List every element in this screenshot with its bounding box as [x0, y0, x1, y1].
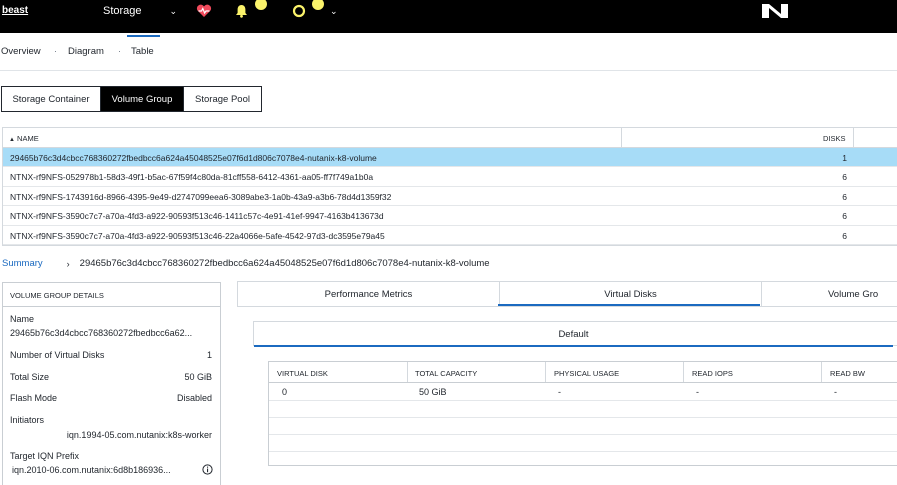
detail-label-flash-mode: Flash Mode: [10, 393, 58, 403]
tab-default[interactable]: Default: [254, 329, 893, 340]
chevron-down-icon: ⌄: [169, 5, 178, 16]
row-disks: 6: [842, 172, 847, 183]
app-logo[interactable]: beast: [2, 5, 28, 16]
table-row[interactable]: NTNX-rf9NFS-1743916d-8966-4395-9e49-d274…: [3, 187, 897, 207]
row-divider: [269, 434, 897, 435]
active-tab-indicator: [127, 35, 160, 37]
segment-volume-group[interactable]: Volume Group: [100, 86, 184, 112]
detail-label-virtual-disks: Number of Virtual Disks: [10, 350, 105, 360]
panel-header: VOLUME GROUP DETAILS: [3, 283, 220, 307]
column-header-name[interactable]: ▲ NAME: [9, 134, 39, 143]
tab-separator: ·: [54, 46, 57, 56]
detail-value-total-size: 50 GiB: [184, 372, 212, 382]
column-header-read-bw[interactable]: READ BW: [830, 369, 865, 378]
row-disks: 6: [842, 191, 847, 202]
sort-ascending-icon: ▲: [9, 137, 15, 143]
entity-menu-label: Storage: [103, 5, 142, 17]
volume-group-details-panel: VOLUME GROUP DETAILS Name 29465b76c3d4cb…: [2, 282, 221, 485]
segment-storage-container[interactable]: Storage Container: [1, 86, 101, 112]
top-bar: beast Storage ⌄ ⌄: [0, 0, 897, 33]
detail-label-total-size: Total Size: [10, 372, 50, 382]
active-tab-indicator: [254, 345, 893, 347]
tab-diagram[interactable]: Diagram: [68, 46, 104, 57]
tab-table[interactable]: Table: [131, 46, 154, 57]
info-icon[interactable]: [202, 464, 213, 477]
tab-overview[interactable]: Overview: [1, 46, 41, 57]
row-name: NTNX-rf9NFS-3590c7c7-a70a-4fd3-a922-9059…: [10, 230, 385, 241]
tab-separator: ·: [118, 46, 121, 56]
cell-read-iops: -: [696, 387, 699, 397]
column-header-read-iops[interactable]: READ IOPS: [692, 369, 733, 378]
row-divider: [269, 451, 897, 452]
column-divider: [545, 362, 546, 382]
cell-total-capacity: 50 GiB: [419, 387, 447, 397]
column-divider: [407, 362, 408, 382]
segment-storage-pool[interactable]: Storage Pool: [183, 86, 262, 112]
cell-physical-usage: -: [558, 387, 561, 397]
row-disks: 6: [842, 230, 847, 241]
view-tabs: Overview · Diagram · Table: [0, 33, 897, 71]
detail-value-initiators: iqn.1994-05.com.nutanix:k8s-worker: [66, 430, 212, 440]
bell-icon[interactable]: [235, 3, 248, 19]
heart-pulse-icon[interactable]: [196, 3, 212, 19]
entity-menu[interactable]: Storage ⌄: [103, 3, 177, 19]
tab-divider: [761, 282, 762, 307]
breadcrumb-arrow-icon: ›: [66, 258, 70, 269]
detail-value-virtual-disks: 1: [206, 350, 212, 360]
detail-label-initiators: Initiators: [10, 415, 45, 425]
column-divider: [821, 362, 822, 382]
breadcrumb: Summary › 29465b76c3d4cbcc768360272fbedb…: [2, 258, 490, 269]
detail-value-target-iqn: iqn.2010-06.com.nutanix:6d8b186936...: [12, 465, 171, 475]
row-name: 29465b76c3d4cbcc768360272fbedbcc6a624a45…: [10, 153, 377, 163]
detail-label-name: Name: [10, 314, 35, 324]
detail-value-name: 29465b76c3d4cbcc768360272fbedbcc6a62...: [10, 328, 193, 338]
column-divider: [683, 362, 684, 382]
row-name: NTNX-rf9NFS-3590c7c7-a70a-4fd3-a922-9059…: [10, 211, 384, 222]
breadcrumb-current: 29465b76c3d4cbcc768360272fbedbcc6a624a45…: [79, 258, 490, 269]
volume-group-table: ▲ NAME DISKS 29465b76c3d4cbcc768360272fb…: [2, 127, 897, 246]
row-name: NTNX-rf9NFS-1743916d-8966-4395-9e49-d274…: [10, 191, 392, 202]
table-row[interactable]: NTNX-rf9NFS-3590c7c7-a70a-4fd3-a922-9059…: [3, 206, 897, 226]
column-header-disks[interactable]: DISKS: [823, 134, 846, 143]
subtab-bar: Default: [253, 321, 897, 347]
breadcrumb-summary-link[interactable]: Summary: [2, 258, 43, 269]
column-header-total-capacity[interactable]: TOTAL CAPACITY: [415, 369, 477, 378]
table-row[interactable]: NTNX-rf9NFS-3590c7c7-a70a-4fd3-a922-9059…: [3, 226, 897, 245]
table-row[interactable]: 29465b76c3d4cbcc768360272fbedbcc6a624a45…: [3, 148, 897, 168]
chevron-down-icon: ⌄: [330, 5, 338, 16]
row-divider: [269, 400, 897, 401]
detail-label-target-iqn: Target IQN Prefix: [10, 451, 80, 461]
virtual-disk-table: VIRTUAL DISK TOTAL CAPACITY PHYSICAL USA…: [268, 361, 897, 466]
row-disks: 6: [842, 211, 847, 222]
table-row[interactable]: NTNX-rf9NFS-052978b1-58d3-49f1-b5ac-67f5…: [3, 167, 897, 187]
row-divider: [269, 417, 897, 418]
alert-badge: [255, 0, 267, 10]
column-divider: [853, 128, 854, 148]
tab-volume-group[interactable]: Volume Gro: [828, 282, 897, 307]
row-disks: 1: [842, 153, 847, 163]
active-tab-indicator: [498, 304, 760, 306]
header-divider: [269, 382, 897, 383]
cell-virtual-disk: 0: [282, 387, 288, 397]
nutanix-n-icon[interactable]: [761, 3, 789, 21]
table-header: ▲ NAME DISKS: [3, 128, 897, 148]
detail-value-flash-mode: Disabled: [176, 393, 212, 403]
column-header-virtual-disk[interactable]: VIRTUAL DISK: [277, 369, 328, 378]
tab-performance-metrics[interactable]: Performance Metrics: [238, 282, 499, 307]
column-divider: [621, 128, 622, 148]
cell-read-bw: -: [834, 387, 837, 397]
column-header-physical-usage[interactable]: PHYSICAL USAGE: [554, 369, 619, 378]
row-name: NTNX-rf9NFS-052978b1-58d3-49f1-b5ac-67f5…: [10, 172, 374, 183]
